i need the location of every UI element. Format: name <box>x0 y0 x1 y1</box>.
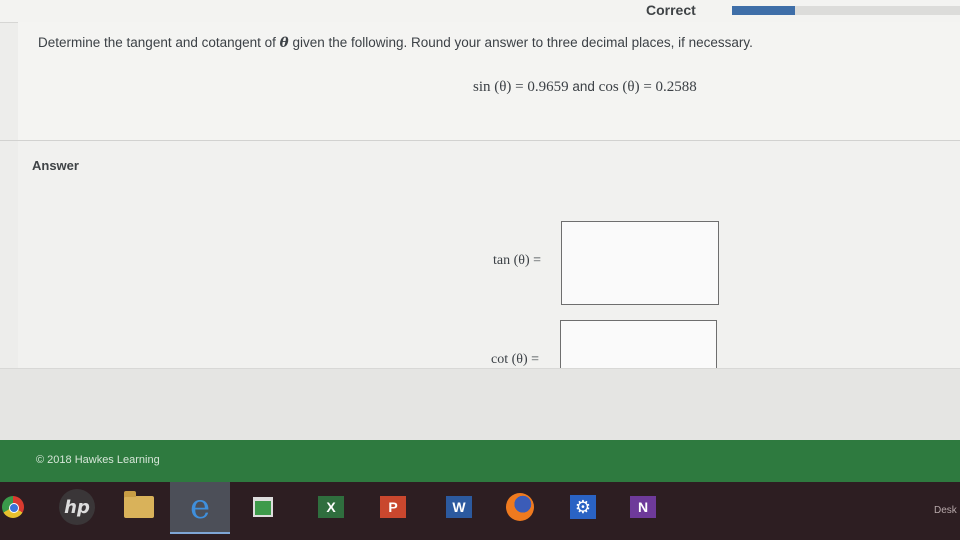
tan-label: tan (θ) = <box>493 253 542 268</box>
store-icon <box>253 497 273 517</box>
progress-bar-fill <box>732 6 795 15</box>
settings-gear-icon: ⚙ <box>570 495 596 519</box>
windows-taskbar: hp e X P W ⚙ N Desk <box>0 482 960 540</box>
tan-answer-input[interactable] <box>561 221 719 305</box>
internet-explorer-taskbar-button[interactable]: e <box>170 482 230 534</box>
answer-heading: Answer <box>32 158 79 173</box>
question-prompt: Determine the tangent and cotangent of θ… <box>38 35 753 51</box>
powerpoint-taskbar-button[interactable]: P <box>378 482 408 532</box>
excel-icon: X <box>318 496 344 518</box>
hp-taskbar-button[interactable]: hp <box>56 482 98 532</box>
file-explorer-taskbar-button[interactable] <box>118 482 160 532</box>
powerpoint-icon: P <box>380 496 406 518</box>
cot-answer-input[interactable] <box>560 320 717 372</box>
copyright-text: © 2018 Hawkes Learning <box>36 454 160 466</box>
chrome-taskbar-button[interactable] <box>0 482 26 532</box>
prompt-text-end: given the following. Round your answer t… <box>288 35 753 50</box>
word-taskbar-button[interactable]: W <box>444 482 474 532</box>
given-values: sin (θ) = 0.9659 and cos (θ) = 0.2588 <box>473 79 697 96</box>
given-and: and <box>568 79 599 94</box>
onenote-taskbar-button[interactable]: N <box>628 482 658 532</box>
lower-page-area <box>0 368 960 441</box>
hp-icon: hp <box>59 489 95 525</box>
desktop-label[interactable]: Desk <box>934 505 957 516</box>
answer-panel <box>18 141 960 368</box>
footer: © 2018 Hawkes Learning <box>0 440 960 482</box>
firefox-taskbar-button[interactable] <box>503 482 537 532</box>
store-taskbar-button[interactable] <box>250 482 276 532</box>
lesson-page: Correct Determine the tangent and cotang… <box>0 0 960 441</box>
correct-status-label: Correct <box>646 2 696 18</box>
internet-explorer-icon: e <box>189 487 211 527</box>
excel-taskbar-button[interactable]: X <box>316 482 346 532</box>
question-panel: Determine the tangent and cotangent of θ… <box>18 22 960 140</box>
file-explorer-icon <box>124 491 154 518</box>
given-cos: cos (θ) = 0.2588 <box>598 79 697 95</box>
prompt-text-start: Determine the tangent and cotangent of <box>38 35 280 50</box>
given-sin: sin (θ) = 0.9659 <box>473 79 569 95</box>
onenote-icon: N <box>630 496 656 518</box>
chrome-icon <box>2 496 24 518</box>
cot-label: cot (θ) = <box>491 352 540 367</box>
firefox-icon <box>506 493 534 521</box>
word-icon: W <box>446 496 472 518</box>
progress-bar-track <box>795 6 960 15</box>
theta-symbol: θ <box>279 35 289 51</box>
status-bar: Correct <box>0 0 960 23</box>
settings-taskbar-button[interactable]: ⚙ <box>568 482 598 532</box>
